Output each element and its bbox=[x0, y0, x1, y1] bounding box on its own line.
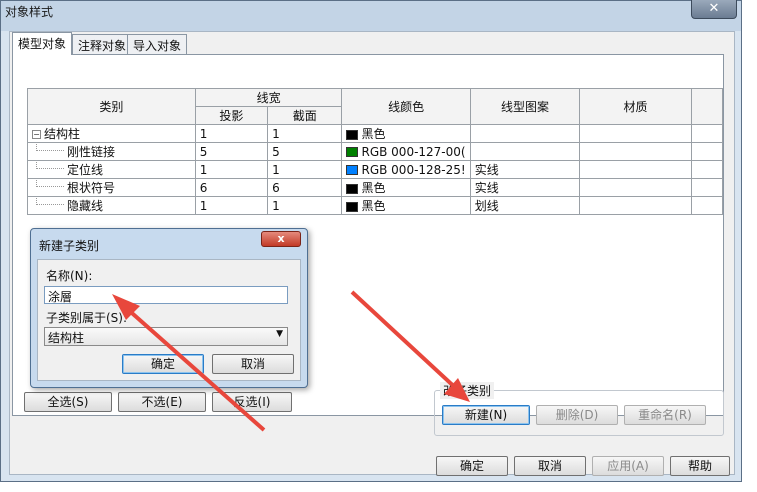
category-cell[interactable]: 根状符号 bbox=[27, 178, 196, 197]
extra-cell bbox=[690, 178, 724, 197]
header-cut[interactable]: 截面 bbox=[267, 106, 343, 125]
title-bar: 对象样式 ✕ bbox=[1, 0, 741, 31]
collapse-icon[interactable]: − bbox=[32, 130, 41, 139]
material-cell[interactable] bbox=[579, 160, 692, 179]
line-color-text: 黑色 bbox=[361, 127, 386, 141]
cut-cell[interactable]: 1 bbox=[267, 160, 343, 179]
category-cell[interactable]: − 结构柱 bbox=[27, 124, 196, 143]
rename-subcategory-button[interactable]: 重命名(R) bbox=[624, 405, 706, 425]
object-styles-table: 类别 线宽 线颜色 线型图案 材质 投影 截面 − 结构柱 1 1 黑色 刚性链… bbox=[27, 88, 724, 215]
parent-category-select[interactable]: 结构柱 ▼ bbox=[44, 327, 288, 346]
modify-subcategories-title: 改子类别 bbox=[440, 382, 495, 399]
line-color-cell[interactable]: 黑色 bbox=[341, 178, 471, 197]
dialog-title: 新建子类别 bbox=[39, 239, 100, 253]
projection-cell[interactable]: 1 bbox=[194, 160, 269, 179]
dialog-body: 名称(N): 涂層 子类别属于(S): 结构柱 ▼ 确定 取消 bbox=[37, 259, 301, 381]
new-subcategory-dialog: 新建子类别 x 名称(N): 涂層 子类别属于(S): 结构柱 ▼ 确定 取消 bbox=[30, 228, 308, 388]
new-subcategory-button[interactable]: 新建(N) bbox=[442, 405, 530, 425]
table-row[interactable]: − 结构柱 1 1 黑色 bbox=[27, 124, 724, 143]
close-icon[interactable]: x bbox=[261, 231, 301, 247]
invert-selection-button[interactable]: 反选(I) bbox=[212, 392, 292, 412]
cut-cell[interactable]: 1 bbox=[267, 196, 343, 215]
select-none-button[interactable]: 不选(E) bbox=[118, 392, 206, 412]
category-cell[interactable]: 定位线 bbox=[27, 160, 196, 179]
close-icon[interactable]: ✕ bbox=[691, 0, 737, 19]
tab-model-objects[interactable]: 模型对象 bbox=[12, 32, 73, 55]
help-button[interactable]: 帮助 bbox=[670, 456, 730, 476]
header-category[interactable]: 类别 bbox=[27, 88, 196, 125]
line-color-text: 黑色 bbox=[361, 199, 386, 213]
cut-cell[interactable]: 6 bbox=[267, 178, 343, 197]
table-row[interactable]: 定位线 1 1 RGB 000-128-25! 实线 bbox=[27, 160, 724, 179]
category-name: 刚性链接 bbox=[67, 145, 116, 159]
cut-cell[interactable]: 1 bbox=[267, 124, 343, 143]
material-cell[interactable] bbox=[579, 196, 692, 215]
tab-import-objects[interactable]: 导入对象 bbox=[127, 34, 188, 54]
ok-button[interactable]: 确定 bbox=[436, 456, 508, 476]
line-pattern-cell[interactable]: 实线 bbox=[469, 160, 581, 179]
parent-label: 子类别属于(S): bbox=[46, 311, 128, 325]
projection-cell[interactable]: 6 bbox=[194, 178, 269, 197]
category-cell[interactable]: 刚性链接 bbox=[27, 142, 196, 161]
window-title: 对象样式 bbox=[5, 5, 54, 19]
projection-cell[interactable]: 1 bbox=[194, 124, 269, 143]
projection-cell[interactable]: 1 bbox=[194, 196, 269, 215]
material-cell[interactable] bbox=[579, 178, 692, 197]
material-cell[interactable] bbox=[579, 142, 692, 161]
line-color-text: RGB 000-128-25! bbox=[361, 162, 466, 177]
color-swatch-icon bbox=[346, 147, 359, 157]
category-name: 定位线 bbox=[67, 163, 104, 177]
apply-button[interactable]: 应用(A) bbox=[592, 456, 664, 476]
select-all-button[interactable]: 全选(S) bbox=[24, 392, 112, 412]
color-swatch-icon bbox=[346, 201, 359, 212]
tree-branch-icon bbox=[36, 179, 64, 187]
tab-annotation-objects[interactable]: 注释对象 bbox=[72, 34, 133, 54]
line-color-text: RGB 000-127-00( bbox=[361, 144, 466, 159]
table-row[interactable]: 隐藏线 1 1 黑色 划线 bbox=[27, 196, 724, 215]
material-cell[interactable] bbox=[579, 124, 692, 143]
tree-branch-icon bbox=[36, 143, 64, 151]
parent-category-value: 结构柱 bbox=[48, 331, 85, 345]
color-swatch-icon bbox=[346, 129, 359, 140]
line-color-cell[interactable]: RGB 000-127-00( bbox=[341, 142, 471, 161]
header-line-color[interactable]: 线颜色 bbox=[341, 88, 471, 125]
header-line-pattern[interactable]: 线型图案 bbox=[469, 88, 581, 125]
line-color-cell[interactable]: 黑色 bbox=[341, 196, 471, 215]
line-pattern-cell[interactable]: 划线 bbox=[469, 196, 581, 215]
extra-cell bbox=[690, 124, 724, 143]
line-color-cell[interactable]: RGB 000-128-25! bbox=[341, 160, 471, 179]
line-pattern-cell[interactable]: 实线 bbox=[469, 178, 581, 197]
color-swatch-icon bbox=[346, 183, 359, 194]
line-color-cell[interactable]: 黑色 bbox=[341, 124, 471, 143]
line-pattern-cell[interactable] bbox=[469, 124, 581, 143]
cut-cell[interactable]: 5 bbox=[267, 142, 343, 161]
dialog-ok-button[interactable]: 确定 bbox=[122, 354, 204, 374]
category-name: 根状符号 bbox=[67, 181, 116, 195]
color-swatch-icon bbox=[346, 165, 359, 175]
name-label: 名称(N): bbox=[46, 269, 93, 283]
tree-branch-icon bbox=[36, 161, 64, 169]
delete-subcategory-button[interactable]: 删除(D) bbox=[536, 405, 618, 425]
category-name: 结构柱 bbox=[44, 127, 81, 141]
dialog-cancel-button[interactable]: 取消 bbox=[212, 354, 294, 374]
table-row[interactable]: 刚性链接 5 5 RGB 000-127-00( bbox=[27, 142, 724, 161]
extra-cell bbox=[690, 160, 724, 179]
category-cell[interactable]: 隐藏线 bbox=[27, 196, 196, 215]
header-line-weight: 线宽 bbox=[194, 88, 343, 107]
category-name: 隐藏线 bbox=[67, 199, 104, 213]
header-projection[interactable]: 投影 bbox=[194, 106, 269, 125]
cancel-button[interactable]: 取消 bbox=[514, 456, 586, 476]
line-color-text: 黑色 bbox=[361, 181, 386, 195]
dropdown-arrow-icon: ▼ bbox=[276, 329, 283, 339]
extra-cell bbox=[690, 142, 724, 161]
header-material[interactable]: 材质 bbox=[579, 88, 692, 125]
tree-branch-icon bbox=[36, 197, 64, 205]
name-input[interactable]: 涂層 bbox=[44, 286, 288, 304]
header-extra bbox=[690, 88, 724, 125]
table-row[interactable]: 根状符号 6 6 黑色 实线 bbox=[27, 178, 724, 197]
projection-cell[interactable]: 5 bbox=[194, 142, 269, 161]
line-pattern-cell[interactable] bbox=[469, 142, 581, 161]
extra-cell bbox=[690, 196, 724, 215]
